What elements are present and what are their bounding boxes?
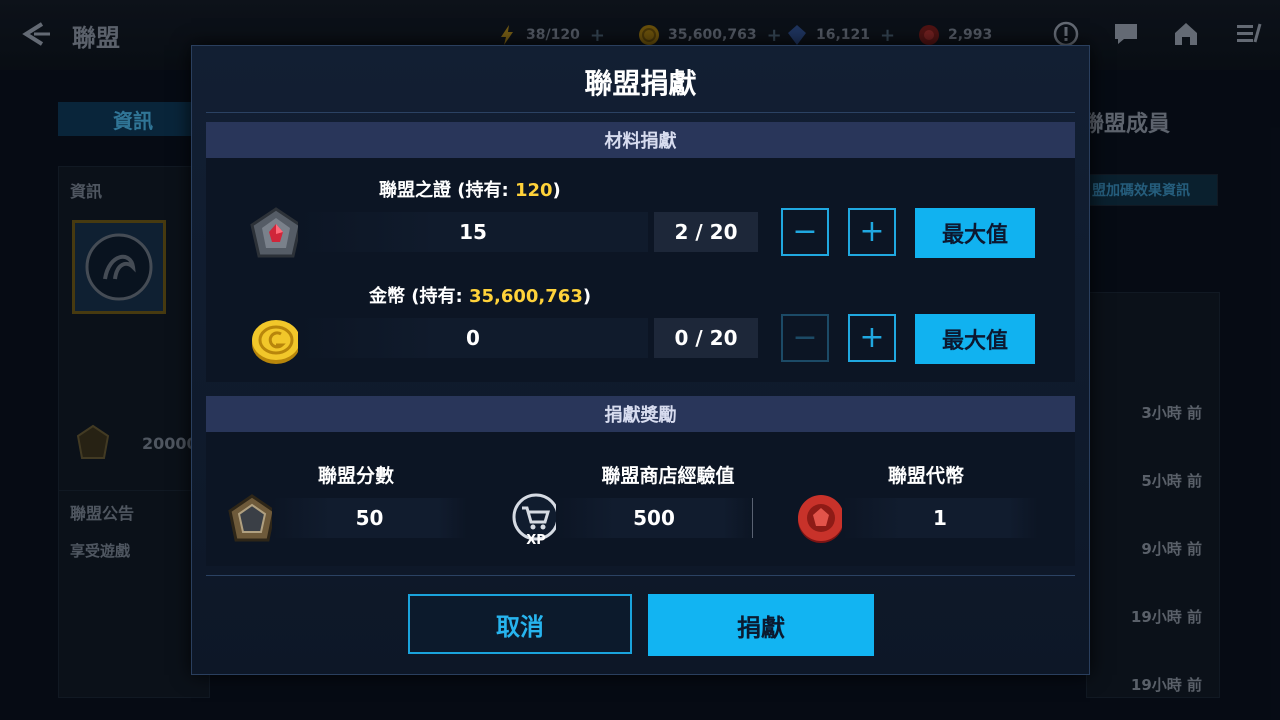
max-button[interactable]: 最大值 (915, 208, 1035, 258)
cancel-button[interactable]: 取消 (408, 594, 632, 654)
decrease-button[interactable]: − (781, 208, 829, 256)
dialog-title: 聯盟捐獻 (584, 67, 697, 100)
decrease-button[interactable]: − (781, 314, 829, 362)
plus-icon: + (859, 320, 885, 355)
donation-dialog: 聯盟捐獻 材料捐獻 聯盟之證 (持有: 120) 15 2 / 20 − + 最… (191, 45, 1090, 675)
reward-value: 500 (556, 498, 753, 538)
donation-ratio: 0 / 20 (654, 318, 758, 358)
divider (206, 112, 1075, 113)
minus-icon: − (792, 320, 818, 355)
alliance-proof-icon (250, 207, 302, 258)
material-section-header: 材料捐獻 (206, 122, 1075, 158)
xp-badge-text: XP (526, 533, 546, 545)
quantity-field[interactable]: 0 (298, 318, 648, 358)
reward-label: 聯盟分數 (317, 465, 394, 487)
increase-button[interactable]: + (848, 208, 896, 256)
gold-coin-icon (252, 320, 300, 364)
max-button[interactable]: 最大值 (915, 314, 1035, 364)
donate-button[interactable]: 捐獻 (648, 594, 874, 656)
alliance-badge-icon (228, 494, 276, 542)
alliance-token-icon (798, 495, 844, 543)
reward-value: 50 (272, 498, 467, 538)
reward-value: 1 (842, 498, 1038, 538)
item-label-alliance-proof: 聯盟之證 (持有: 120) (379, 180, 561, 201)
donation-ratio: 2 / 20 (654, 212, 758, 252)
increase-button[interactable]: + (848, 314, 896, 362)
reward-label: 聯盟代幣 (887, 465, 964, 487)
minus-icon: − (792, 214, 818, 249)
reward-section-header: 捐獻獎勵 (206, 396, 1075, 432)
shop-xp-icon: XP (512, 493, 560, 545)
reward-label: 聯盟商店經驗值 (601, 465, 735, 487)
item-label-gold: 金幣 (持有: 35,600,763) (369, 286, 592, 307)
plus-icon: + (859, 214, 885, 249)
quantity-field[interactable]: 15 (298, 212, 648, 252)
divider (206, 575, 1075, 576)
